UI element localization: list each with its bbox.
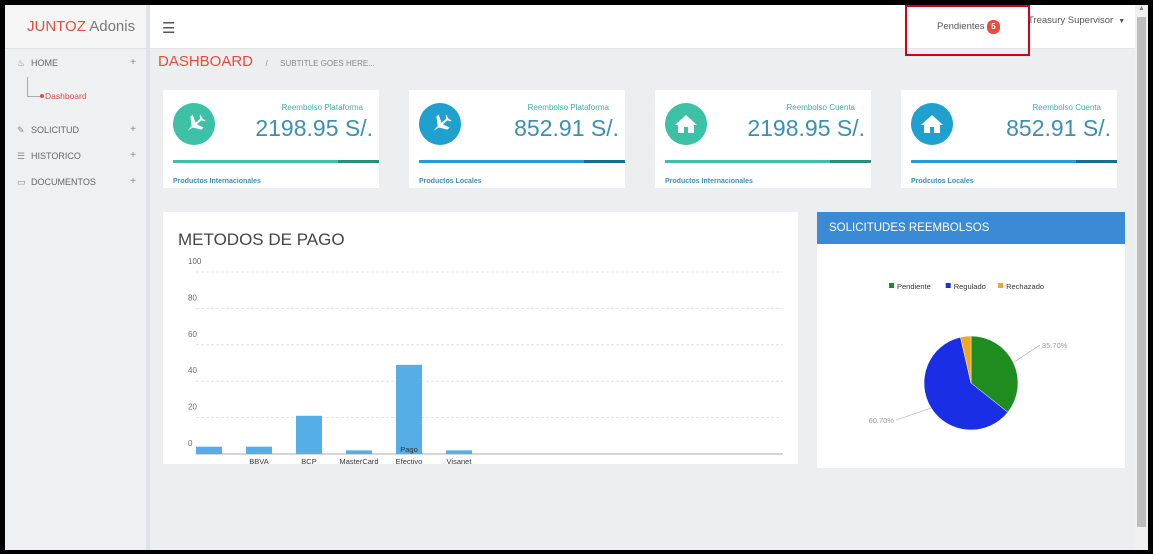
page-subtitle: SUBTITLE GOES HERE...: [280, 59, 375, 68]
sidebar-item-label: HOME: [31, 58, 58, 68]
sidebar-item-dashboard[interactable]: Dashboard: [5, 77, 146, 107]
legend-swatch: [889, 283, 894, 288]
sidebar: JUNTOZ Adonis ♨ HOME + Dashboard ✎ SOLICIT…: [5, 5, 150, 550]
scroll-up-icon[interactable]: ▲: [1138, 5, 1145, 12]
sidebar-item-label: SOLICITUD: [31, 125, 80, 135]
x-tick-label: Efectivo: [396, 457, 423, 464]
legend-label: Pendiente: [897, 282, 931, 291]
card-value: 852.91 S/.: [514, 115, 619, 141]
legend-swatch: [945, 283, 951, 288]
expand-icon[interactable]: +: [130, 143, 136, 169]
card-value: 852.91 S/.: [1006, 115, 1111, 141]
brand-logo[interactable]: JUNTOZ Adonis: [5, 5, 146, 49]
stat-card: Reembolso Plataforma 2198.95 S/. Product…: [163, 90, 379, 188]
bar: [346, 450, 372, 454]
card-label: Reembolso Plataforma: [281, 103, 363, 112]
card-bar: [173, 160, 379, 163]
stat-card: Reembolso Plataforma 852.91 S/. Producto…: [409, 90, 625, 188]
y-tick-label: 0: [188, 439, 193, 448]
page-title: DASHBOARD: [158, 53, 254, 70]
bar: [396, 364, 422, 454]
legend-swatch: [998, 283, 1004, 288]
tree-connector: [27, 77, 41, 97]
x-tick-label: BBVA: [249, 457, 268, 464]
expand-icon[interactable]: +: [130, 117, 136, 143]
card-label: Reembolso Cuenta: [786, 103, 855, 112]
card-label: Reembolso Plataforma: [527, 103, 609, 112]
card-value: 2198.95 S/.: [255, 115, 373, 141]
y-tick-label: 100: [188, 257, 202, 266]
plane-icon: [173, 103, 215, 145]
plane-icon: [419, 103, 461, 145]
bar: [296, 415, 322, 454]
sidebar-item-label: HISTORICO: [31, 151, 81, 161]
y-tick-label: 80: [188, 293, 197, 302]
brand-name-red: JUNTOZ: [27, 18, 86, 35]
list-icon: ☰: [17, 151, 26, 161]
y-tick-label: 20: [188, 403, 197, 412]
hamburger-menu-icon[interactable]: ☰: [162, 19, 175, 37]
sidebar-item-solicitud[interactable]: ✎ SOLICITUD +: [5, 117, 146, 143]
user-name: Treasury Supervisor: [1028, 15, 1114, 26]
legend-label: Regulado: [954, 282, 986, 291]
bar: [246, 446, 272, 454]
sidebar-item-label: DOCUMENTOS: [31, 177, 96, 187]
solicitudes-panel: SOLICITUDES REEMBOLSOS Pendiente Regulado…: [817, 212, 1125, 468]
stat-card: Reembolso Cuenta 852.91 S/. Prodcutos Lo…: [901, 90, 1117, 188]
scrollbar-thumb[interactable]: [1137, 17, 1146, 527]
y-tick-label: 40: [188, 366, 197, 375]
x-tick-label: BCP: [301, 457, 316, 464]
x-tick-label: MasterCard: [339, 457, 378, 464]
pie-slice-label: 35.70%: [1042, 341, 1068, 350]
breadcrumb: DASHBOARD / SUBTITLE GOES HERE...: [158, 53, 1128, 77]
metodos-pago-panel: METODOS DE PAGO 0 20 40 60 80 100 BBVA BCP Maste…: [163, 212, 798, 464]
card-footer[interactable]: Productos Locales: [419, 178, 482, 185]
breadcrumb-separator: /: [265, 59, 268, 68]
topbar: ☰ Pendientes 5 Treasury Supervisor ▼: [150, 5, 1135, 56]
legend-label: Rechazado: [1006, 282, 1044, 291]
card-footer[interactable]: Prodcutos Locales: [911, 178, 974, 185]
y-tick-label: 60: [188, 330, 197, 339]
expand-icon[interactable]: +: [130, 49, 136, 77]
app-window: JUNTOZ Adonis ♨ HOME + Dashboard ✎ SOLICIT…: [5, 5, 1148, 550]
bar: [446, 450, 472, 454]
pie-label-leader: [895, 407, 932, 421]
edit-icon: ✎: [17, 125, 25, 135]
sidebar-item-home[interactable]: ♨ HOME +: [5, 49, 146, 77]
home-icon: [911, 103, 953, 145]
x-tick-label: Visanet: [447, 457, 473, 464]
caret-down-icon: ▼: [1118, 18, 1126, 25]
pie-slice-label: 60.70%: [869, 416, 895, 425]
expand-icon[interactable]: +: [130, 169, 136, 195]
card-footer[interactable]: Productos Internacionales: [665, 178, 753, 185]
card-label: Reembolso Cuenta: [1032, 103, 1101, 112]
card-footer[interactable]: Productos Internacionales: [173, 178, 261, 185]
card-value: 2198.95 S/.: [747, 115, 865, 141]
highlight-box: [905, 5, 1030, 56]
scrollbar[interactable]: ▲: [1135, 5, 1148, 550]
panel-title: SOLICITUDES REEMBOLSOS: [817, 212, 1125, 244]
home-icon: ♨: [17, 58, 26, 68]
home-icon: [665, 103, 707, 145]
active-dot-icon: [40, 94, 44, 98]
card-bar: [911, 160, 1117, 163]
pie-chart: Pendiente Regulado Rechazado 35.70% 60.70%: [869, 282, 1068, 431]
stat-card: Reembolso Cuenta 2198.95 S/. Productos I…: [655, 90, 871, 188]
sidebar-item-label: Dashboard: [45, 91, 87, 101]
brand-name-grey: Adonis: [85, 18, 136, 35]
x-tick-label: Pago: [400, 445, 418, 454]
card-bar: [419, 160, 625, 163]
sidebar-item-historico[interactable]: ☰ HISTORICO +: [5, 143, 146, 169]
bar-chart: 0 20 40 60 80 100 BBVA BCP MasterCard Pago Efectiv…: [188, 257, 783, 464]
pie-label-leader: [1013, 344, 1041, 363]
card-bar: [665, 160, 871, 163]
bar: [196, 446, 222, 454]
folder-icon: ▭: [17, 177, 26, 187]
user-menu[interactable]: Treasury Supervisor ▼: [1028, 15, 1125, 26]
sidebar-item-documentos[interactable]: ▭ DOCUMENTOS +: [5, 169, 146, 195]
